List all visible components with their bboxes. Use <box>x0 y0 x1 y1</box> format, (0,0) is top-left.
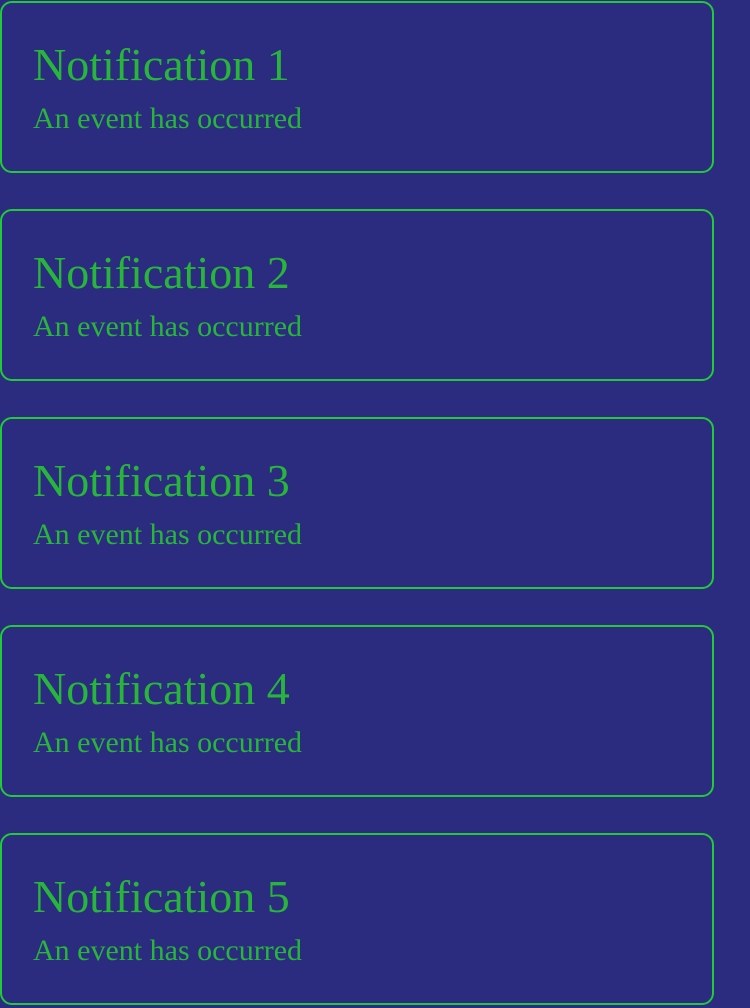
notification-message: An event has occurred <box>33 726 303 759</box>
notification-message: An event has occurred <box>33 518 303 551</box>
notification-message: An event has occurred <box>33 102 303 135</box>
notification-message: An event has occurred <box>33 310 303 343</box>
notification-title: Notification 2 <box>33 247 290 298</box>
notification-list: Notification 1 An event has occurred Not… <box>0 0 750 1008</box>
notification-title: Notification 3 <box>33 455 290 506</box>
notification-card[interactable]: Notification 4 An event has occurred <box>0 625 714 797</box>
notification-card[interactable]: Notification 2 An event has occurred <box>0 209 714 381</box>
notification-card[interactable]: Notification 5 An event has occurred <box>0 833 714 1005</box>
notification-title: Notification 5 <box>33 871 290 922</box>
notification-title: Notification 1 <box>33 39 290 90</box>
notification-title: Notification 4 <box>33 663 290 714</box>
notification-message: An event has occurred <box>33 934 303 967</box>
notification-card[interactable]: Notification 3 An event has occurred <box>0 417 714 589</box>
notification-card[interactable]: Notification 1 An event has occurred <box>0 1 714 173</box>
